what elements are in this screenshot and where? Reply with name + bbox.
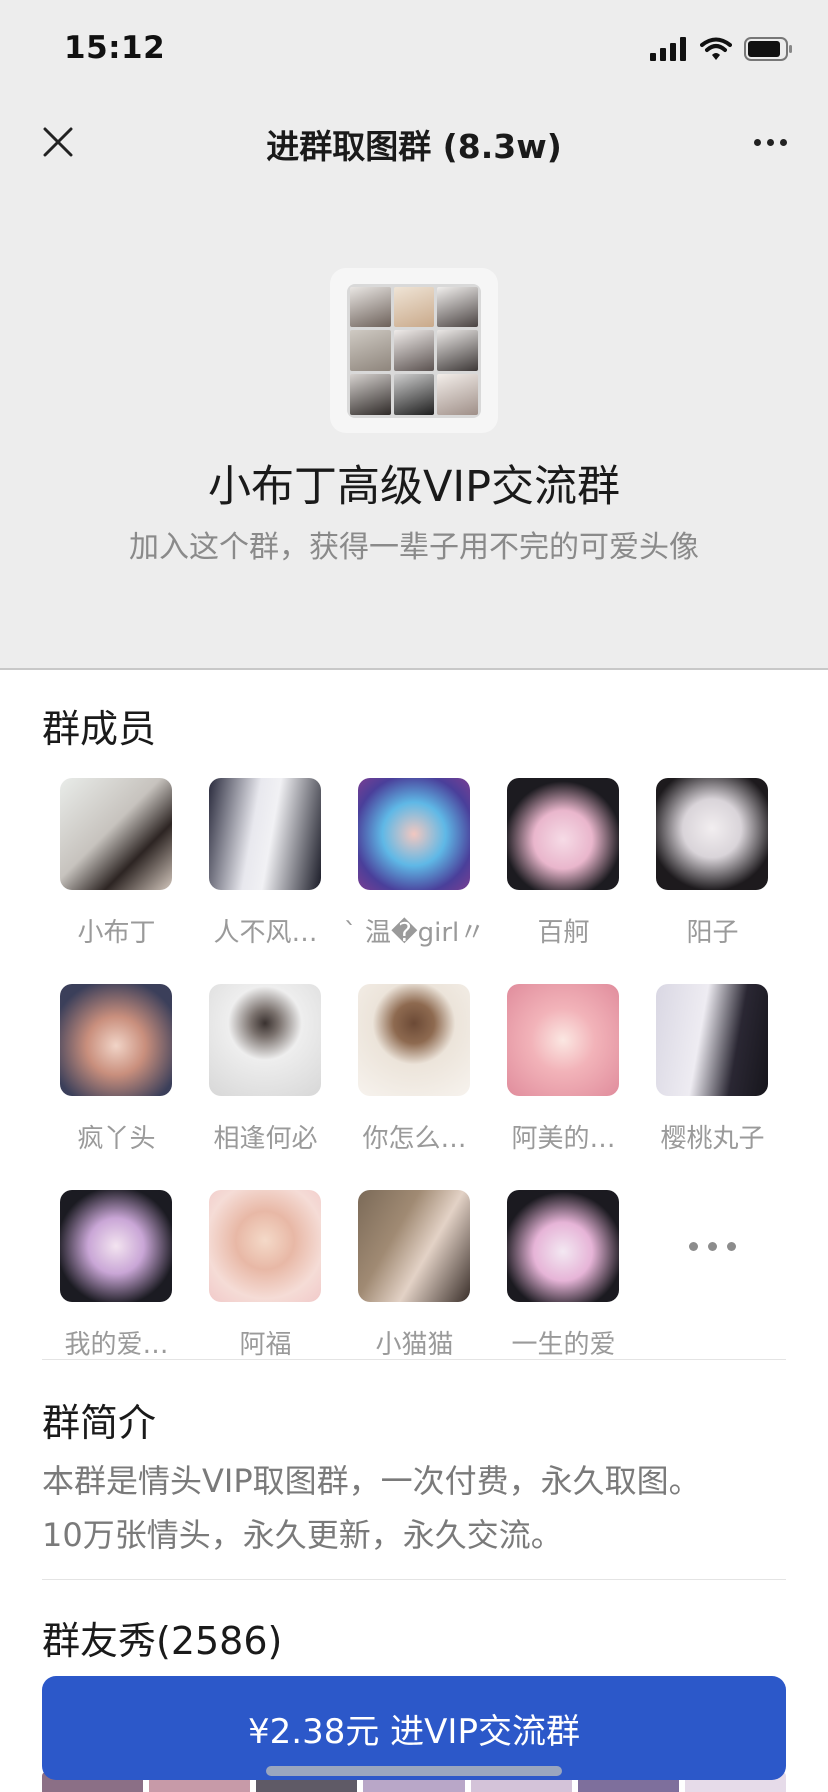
showcase-section-title: 群友秀(2586)	[42, 1619, 283, 1663]
member-name: 阳子	[686, 918, 739, 948]
member-name: 人不风…	[213, 918, 318, 948]
divider	[42, 1359, 786, 1360]
member-avatar	[358, 984, 470, 1096]
member-avatar	[507, 778, 619, 890]
member-item[interactable]: 小布丁	[42, 778, 191, 958]
member-item[interactable]: 我的爱…	[42, 1190, 191, 1370]
home-indicator	[266, 1766, 562, 1776]
member-avatar	[656, 984, 768, 1096]
status-icons	[650, 34, 794, 64]
member-item[interactable]: 人不风…	[191, 778, 340, 958]
intro-line: 10万张情头，永久更新，永久交流。	[42, 1516, 563, 1554]
member-avatar	[358, 778, 470, 890]
member-item[interactable]: 小猫猫	[340, 1190, 489, 1370]
group-tagline: 加入这个群，获得一辈子用不完的可爱头像	[129, 530, 699, 565]
member-item[interactable]: 疯丫头	[42, 984, 191, 1164]
member-name: 小猫猫	[375, 1330, 454, 1360]
member-avatar	[656, 778, 768, 890]
group-name: 小布丁高级VIP交流群	[207, 462, 621, 512]
member-avatar	[209, 984, 321, 1096]
member-item[interactable]: 阳子	[638, 778, 787, 958]
divider	[42, 1579, 786, 1580]
member-avatar	[358, 1190, 470, 1302]
group-header-area: 15:12 进群取图群 (8.3w) 小布丁高级VIP交流群 加入这个群，获得一…	[0, 0, 828, 670]
wifi-icon	[700, 37, 732, 60]
member-name: 我的爱…	[64, 1330, 169, 1360]
member-item[interactable]: 你怎么…	[340, 984, 489, 1164]
member-avatar	[60, 778, 172, 890]
member-item[interactable]: 相逢何必	[191, 984, 340, 1164]
member-item[interactable]: 阿福	[191, 1190, 340, 1370]
member-name: 小布丁	[77, 918, 156, 948]
divider	[0, 668, 828, 670]
member-item[interactable]: 樱桃丸子	[638, 984, 787, 1164]
page-title: 进群取图群 (8.3w)	[266, 127, 562, 166]
members-section-title: 群成员	[42, 707, 157, 751]
member-avatar	[60, 984, 172, 1096]
battery-icon	[744, 37, 792, 61]
status-time: 15:12	[64, 30, 166, 66]
more-icon	[753, 138, 761, 146]
member-name: 疯丫头	[77, 1124, 156, 1154]
member-item[interactable]: 一生的爱	[489, 1190, 638, 1370]
member-avatar	[60, 1190, 172, 1302]
join-group-button[interactable]: ¥2.38元 进VIP交流群	[42, 1676, 786, 1780]
member-name: 阿美的…	[511, 1124, 616, 1154]
more-icon	[689, 1241, 698, 1251]
group-intro-text: 本群是情头VIP取图群，一次付费，永久取图。 10万张情头，永久更新，永久交流。	[42, 1454, 802, 1562]
member-avatar	[507, 1190, 619, 1302]
more-options-button[interactable]	[738, 114, 802, 170]
group-avatar-collage	[347, 283, 481, 418]
member-avatar	[209, 778, 321, 890]
member-item[interactable]: ` 温�girl〃	[340, 778, 489, 958]
more-members-button[interactable]	[638, 1190, 787, 1302]
member-name: 一生的爱	[511, 1330, 616, 1360]
member-name: 樱桃丸子	[660, 1124, 765, 1154]
intro-section-title: 群简介	[42, 1401, 157, 1445]
group-avatar	[330, 268, 498, 433]
status-bar: 15:12	[0, 0, 828, 100]
intro-line: 本群是情头VIP取图群，一次付费，永久取图。	[42, 1462, 701, 1500]
member-name: 百舸	[537, 918, 590, 948]
member-name: 相逢何必	[213, 1124, 318, 1154]
member-name: 阿福	[239, 1330, 292, 1360]
member-item[interactable]: 阿美的…	[489, 984, 638, 1164]
member-item[interactable]: 百舸	[489, 778, 638, 958]
member-avatar	[507, 984, 619, 1096]
member-name: 你怎么…	[362, 1124, 467, 1154]
signal-icon	[650, 37, 686, 61]
navigation-bar: 进群取图群 (8.3w)	[0, 100, 828, 184]
member-name: ` 温�girl〃	[343, 918, 486, 948]
member-avatar	[209, 1190, 321, 1302]
